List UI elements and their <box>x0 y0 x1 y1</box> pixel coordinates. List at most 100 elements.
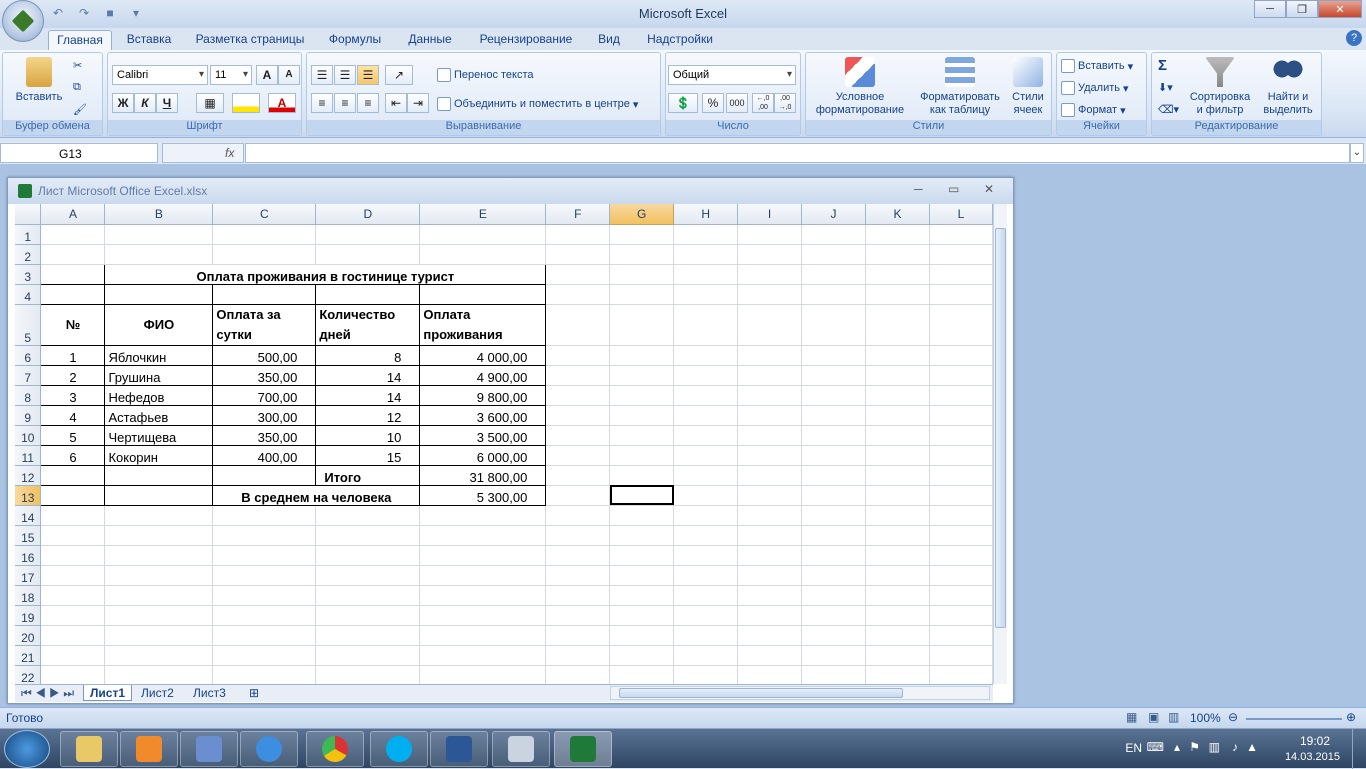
cell[interactable] <box>40 525 106 546</box>
cell[interactable] <box>865 465 930 486</box>
cell[interactable] <box>865 385 930 406</box>
cell[interactable] <box>737 345 803 366</box>
cell[interactable] <box>212 565 317 586</box>
cell[interactable] <box>104 625 214 646</box>
column-header[interactable]: B <box>104 204 214 225</box>
data-cell-rate[interactable]: 350,00 <box>212 364 317 386</box>
bold-button[interactable]: Ж <box>112 93 134 113</box>
cell[interactable] <box>545 505 611 526</box>
cell[interactable] <box>609 565 675 586</box>
cell[interactable] <box>737 365 803 386</box>
cell[interactable] <box>315 565 421 586</box>
cell[interactable] <box>737 244 803 265</box>
row-header[interactable]: 16 <box>15 545 42 566</box>
cell[interactable] <box>737 264 803 285</box>
cell[interactable] <box>673 545 739 566</box>
autosum-button[interactable]: Σ <box>1158 57 1167 74</box>
data-cell-name[interactable]: Нефедов <box>104 384 214 406</box>
vertical-scroll-thumb[interactable] <box>995 228 1006 628</box>
clock-date[interactable]: 14.03.2015 <box>1285 751 1340 763</box>
cell[interactable] <box>865 665 930 684</box>
cell[interactable] <box>609 244 675 265</box>
cell[interactable] <box>545 485 611 506</box>
cell[interactable] <box>737 625 803 646</box>
decrease-decimal-button[interactable]: ,00 →,0 <box>774 93 796 113</box>
paste-button[interactable]: Вставить <box>11 57 67 104</box>
cell[interactable] <box>673 445 739 466</box>
cell[interactable] <box>929 264 993 285</box>
cell[interactable] <box>929 445 993 466</box>
cell[interactable] <box>315 585 421 606</box>
cell[interactable] <box>609 505 675 526</box>
cell[interactable] <box>673 365 739 386</box>
cell[interactable] <box>673 665 739 684</box>
cell[interactable] <box>609 264 675 285</box>
zoom-level[interactable]: 100% <box>1190 711 1221 725</box>
zoom-out-icon[interactable]: ⊖ <box>1228 710 1238 724</box>
workbook-close-icon[interactable]: ✕ <box>984 182 994 196</box>
cell[interactable] <box>865 525 930 546</box>
cell[interactable] <box>865 304 930 346</box>
cell[interactable] <box>865 224 930 245</box>
clear-icon[interactable]: ⌫▾ <box>1158 103 1179 116</box>
row-header[interactable]: 20 <box>15 625 42 646</box>
number-format-combo[interactable]: Общий <box>668 65 796 85</box>
taskbar-skype[interactable] <box>370 731 428 767</box>
cell[interactable] <box>929 345 993 366</box>
sheet-tab-3[interactable]: Лист3 <box>187 685 232 701</box>
cell[interactable] <box>40 665 106 684</box>
cell[interactable] <box>737 284 803 305</box>
cell[interactable] <box>929 585 993 606</box>
sort-filter-button[interactable]: Сортировка и фильтр <box>1186 57 1254 117</box>
row-header[interactable]: 10 <box>15 425 42 446</box>
row-header[interactable]: 17 <box>15 565 42 586</box>
column-header[interactable]: I <box>737 204 803 225</box>
language-indicator[interactable]: EN <box>1125 741 1142 755</box>
data-cell-num[interactable]: 1 <box>40 344 106 366</box>
fill-icon[interactable]: ⬇▾ <box>1158 81 1173 94</box>
cell[interactable] <box>212 605 317 626</box>
cell[interactable] <box>545 545 611 566</box>
row-header[interactable]: 7 <box>15 365 42 386</box>
cell[interactable] <box>673 605 739 626</box>
row-header[interactable]: 14 <box>15 505 42 526</box>
cell[interactable] <box>609 605 675 626</box>
cell[interactable] <box>673 525 739 546</box>
fill-color-icon[interactable] <box>232 93 260 113</box>
cut-icon[interactable]: ✂ <box>73 59 82 72</box>
expand-formula-icon[interactable]: ⌄ <box>1350 143 1364 163</box>
cell[interactable] <box>212 224 317 245</box>
cell[interactable] <box>865 565 930 586</box>
show-desktop-button[interactable] <box>1352 729 1366 769</box>
cell[interactable] <box>315 244 421 265</box>
cell[interactable] <box>545 565 611 586</box>
cell[interactable] <box>673 565 739 586</box>
cell[interactable] <box>212 505 317 526</box>
undo-icon[interactable]: ↶ <box>48 4 68 22</box>
column-header[interactable]: F <box>545 204 611 225</box>
cell[interactable] <box>801 565 866 586</box>
cell[interactable] <box>419 625 547 646</box>
cell[interactable] <box>673 625 739 646</box>
cell[interactable] <box>673 485 739 506</box>
table-title[interactable]: Оплата проживания в гостинице турист <box>104 263 547 285</box>
data-cell-num[interactable]: 3 <box>40 384 106 406</box>
cell[interactable] <box>929 284 993 305</box>
cell[interactable] <box>865 264 930 285</box>
cell[interactable] <box>737 465 803 486</box>
format-as-table-button[interactable]: Форматировать как таблицу <box>914 57 1006 117</box>
row-header[interactable]: 2 <box>15 244 42 265</box>
cell[interactable] <box>609 525 675 546</box>
insert-function-button[interactable]: fx <box>162 143 244 163</box>
cell[interactable] <box>40 605 106 626</box>
cell[interactable] <box>212 464 317 486</box>
cell[interactable] <box>737 565 803 586</box>
cell[interactable] <box>801 365 866 386</box>
cell[interactable] <box>419 505 547 526</box>
insert-sheet-icon[interactable]: ⊞ <box>243 685 265 701</box>
italic-button[interactable]: К <box>134 93 156 113</box>
data-cell-name[interactable]: Астафьев <box>104 404 214 426</box>
cell[interactable] <box>801 445 866 466</box>
cell[interactable] <box>545 605 611 626</box>
cell[interactable] <box>737 445 803 466</box>
